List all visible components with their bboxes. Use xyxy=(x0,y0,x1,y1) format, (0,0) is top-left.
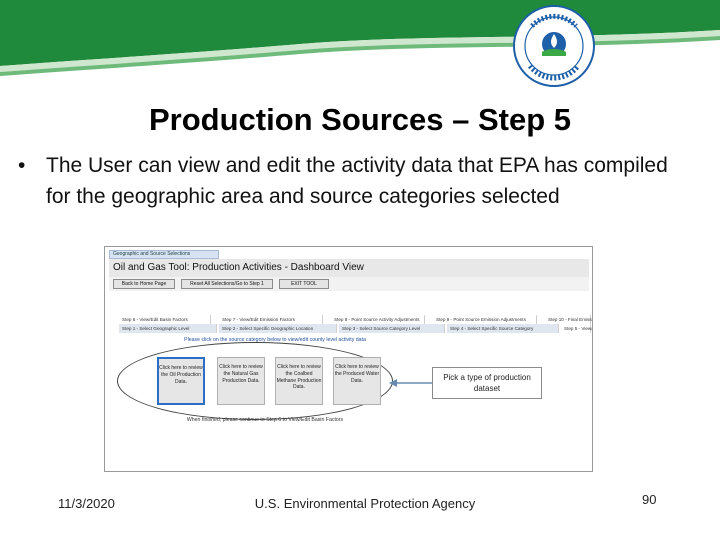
bullet-text: The User can view and edit the activity … xyxy=(46,154,668,208)
banner-green-band xyxy=(0,0,720,66)
callout-box: Pick a type of production dataset xyxy=(432,367,542,399)
page-number: 90 xyxy=(642,492,657,507)
footer-date: 11/3/2020 xyxy=(58,496,115,511)
slide-title: Production Sources – Step 5 xyxy=(148,102,572,137)
footer-agency: U.S. Environmental Protection Agency xyxy=(254,496,476,511)
epa-seal-logo xyxy=(513,5,595,87)
embedded-screenshot: Geographic and Source Selections Oil and… xyxy=(104,246,593,472)
callout-arrow xyxy=(389,379,432,387)
header-banner xyxy=(0,0,720,76)
bullet-point: • The User can view and edit the activit… xyxy=(18,150,698,212)
bullet-dot: • xyxy=(18,154,26,177)
